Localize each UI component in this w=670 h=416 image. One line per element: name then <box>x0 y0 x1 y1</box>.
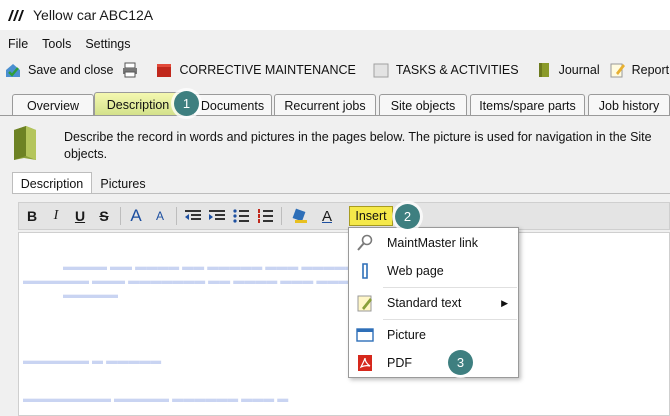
notepad-icon <box>357 295 372 312</box>
corrective-maintenance-button[interactable]: CORRECTIVE MAINTENANCE <box>151 58 359 82</box>
editor-separator <box>281 207 282 225</box>
blurred-text: ▬▬▬▬▬ <box>63 289 118 301</box>
outdent-icon <box>185 210 201 220</box>
description-page: Describe the record in words and picture… <box>0 116 670 416</box>
underline-button[interactable]: U <box>70 206 90 226</box>
bullet-list-button[interactable] <box>231 206 251 226</box>
menu-tools[interactable]: Tools <box>42 37 71 51</box>
indent-button[interactable] <box>207 206 227 226</box>
subtab-description[interactable]: Description <box>12 172 92 194</box>
editor-separator <box>176 207 177 225</box>
menu-bar: File Tools Settings <box>0 34 137 54</box>
tab-site-objects[interactable]: Site objects <box>379 94 467 116</box>
tab-description-label: Description <box>106 97 170 112</box>
magnifier-icon <box>357 234 373 251</box>
strikethrough-button[interactable]: S <box>94 206 114 226</box>
app-logo-icon <box>8 10 24 21</box>
subtab-description-label: Description <box>20 176 84 191</box>
tasks-activities-label: TASKS & ACTIVITIES <box>395 63 519 77</box>
menu-item-label: Standard text <box>387 296 462 310</box>
window-title: Yellow car ABC12A <box>33 7 154 23</box>
editor-separator <box>120 207 121 225</box>
menu-separator <box>383 287 517 288</box>
tab-documents[interactable]: Documents <box>193 94 272 116</box>
insert-menu: MaintMaster link Web page Standard text … <box>348 227 519 378</box>
tab-documents-label: Documents <box>200 98 265 113</box>
title-bar: Yellow car ABC12A <box>0 0 670 30</box>
font-color-button[interactable]: A <box>317 206 337 226</box>
journal-book-icon <box>538 63 549 77</box>
editor-toolbar: B I U S A A A Insert <box>18 202 670 230</box>
menu-separator <box>383 319 517 320</box>
menu-settings[interactable]: Settings <box>85 37 130 51</box>
blurred-text: ▬▬▬▬▬▬▬▬ ▬▬▬▬▬ ▬▬▬▬▬▬ ▬▬▬ ▬ <box>23 393 289 405</box>
tab-job-history-label: Job history <box>598 98 660 113</box>
report-pencil-icon <box>610 63 625 78</box>
journal-button[interactable]: Journal <box>531 58 604 82</box>
paperclip-icon <box>362 263 368 279</box>
save-and-close-label: Save and close <box>28 63 114 77</box>
tab-items-spare-parts[interactable]: Items/spare parts <box>470 94 585 116</box>
menu-item-pdf[interactable]: PDF <box>349 349 518 377</box>
submenu-arrow-icon: ▶ <box>501 297 508 308</box>
picture-icon <box>356 328 374 342</box>
menu-item-web-page[interactable]: Web page <box>349 257 518 285</box>
description-instructions: Describe the record in words and picture… <box>64 130 652 161</box>
pdf-icon <box>358 355 372 371</box>
menu-item-standard-text[interactable]: Standard text ▶ <box>349 289 518 317</box>
tab-items-spare-parts-label: Items/spare parts <box>479 98 576 113</box>
subtab-pictures-label: Pictures <box>100 177 146 191</box>
step-badge-1: 1 <box>174 91 199 116</box>
step-badge-3: 3 <box>448 350 473 375</box>
menu-item-label: MaintMaster link <box>387 236 478 250</box>
blurred-text: ▬▬▬▬▬▬ ▬ ▬▬▬▬▬ <box>23 355 162 367</box>
subtab-pictures[interactable]: Pictures <box>92 174 154 194</box>
indent-icon <box>209 210 225 220</box>
tab-job-history[interactable]: Job history <box>588 94 670 116</box>
report-button[interactable]: Report <box>604 58 670 82</box>
menu-item-label: Web page <box>387 264 444 278</box>
paint-bucket-icon <box>292 208 307 223</box>
tab-recurrent-jobs-label: Recurrent jobs <box>284 98 366 113</box>
italic-button[interactable]: I <box>46 206 66 226</box>
tab-overview[interactable]: Overview <box>12 94 94 116</box>
tab-recurrent-jobs[interactable]: Recurrent jobs <box>274 94 376 116</box>
menu-item-label: Picture <box>387 328 426 342</box>
tasks-activities-button[interactable]: TASKS & ACTIVITIES <box>368 58 523 82</box>
menu-item-label: PDF <box>387 356 412 370</box>
numbered-list-icon <box>258 209 273 223</box>
printer-icon <box>123 62 138 78</box>
background-color-button[interactable] <box>291 206 311 226</box>
green-book-icon <box>14 126 36 160</box>
report-label: Report <box>631 63 670 77</box>
tab-overview-label: Overview <box>26 98 80 113</box>
print-button[interactable] <box>117 58 143 82</box>
tab-site-objects-label: Site objects <box>390 98 456 113</box>
corrective-maintenance-label: CORRECTIVE MAINTENANCE <box>179 63 356 77</box>
main-toolbar: Save and close CORRECTIVE MAINTENANCE TA… <box>0 56 670 84</box>
save-and-close-button[interactable]: Save and close <box>0 58 117 82</box>
red-book-icon <box>157 64 172 77</box>
step-badge-2: 2 <box>395 204 420 229</box>
numbered-list-button[interactable] <box>255 206 275 226</box>
journal-label: Journal <box>558 63 600 77</box>
insert-button[interactable]: Insert <box>349 206 393 226</box>
menu-item-maintmaster-link[interactable]: MaintMaster link <box>349 229 518 257</box>
bold-button[interactable]: B <box>22 206 42 226</box>
description-editor[interactable]: ▬▬▬▬ ▬▬ ▬▬▬▬ ▬▬ ▬▬▬▬▬ ▬▬▬ ▬▬▬▬▬▬▬ ▬▬ ▬▬▬… <box>18 232 670 416</box>
menu-file[interactable]: File <box>8 37 28 51</box>
decrease-font-button[interactable]: A <box>150 206 170 226</box>
increase-font-button[interactable]: A <box>126 206 146 226</box>
bullet-list-icon <box>233 209 249 223</box>
outdent-button[interactable] <box>183 206 203 226</box>
subtabs-divider <box>12 193 670 194</box>
grey-book-icon <box>373 63 389 78</box>
menu-item-picture[interactable]: Picture <box>349 321 518 349</box>
record-tabs: Overview Documents Recurrent jobs Site o… <box>0 92 670 116</box>
save-house-icon <box>6 64 20 77</box>
